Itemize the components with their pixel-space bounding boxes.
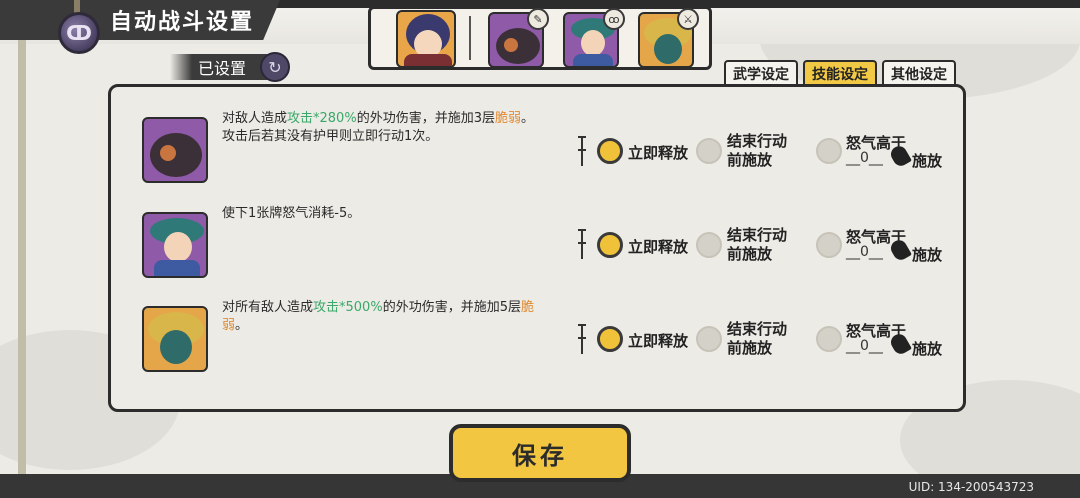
tab-other[interactable]: 其他设定 bbox=[882, 60, 956, 86]
desc-keyword: 脆 bbox=[520, 300, 534, 315]
leader-body bbox=[404, 54, 452, 66]
radio-rage[interactable] bbox=[816, 326, 842, 352]
scroll-rod bbox=[18, 40, 26, 480]
label-immediate: 立即释放 bbox=[628, 144, 689, 162]
radio-immediate[interactable] bbox=[597, 232, 623, 258]
label-line: 结束行动 bbox=[727, 320, 788, 338]
skill-desc-2: 使下1张牌怒气消耗-5。 bbox=[222, 205, 572, 223]
skill-desc-line: 攻击后若其没有护甲则立即行动1次。 bbox=[222, 129, 439, 144]
portrait-mask bbox=[654, 34, 682, 64]
portrait-eye bbox=[504, 38, 518, 52]
radio-end-turn[interactable] bbox=[696, 138, 722, 164]
radio-end-turn[interactable] bbox=[696, 326, 722, 352]
label-rage-suffix: 施放 bbox=[912, 152, 943, 170]
label-end-turn: 结束行动 前施放 bbox=[727, 132, 797, 170]
skill-desc-3: 对所有敌人造成攻击*500%的外功伤害，并施加5层脆 弱。 bbox=[222, 299, 572, 335]
leader-portrait[interactable] bbox=[396, 10, 456, 68]
team-divider bbox=[469, 16, 471, 60]
desc-text: 的外功伤害，并施加5层 bbox=[382, 300, 521, 315]
scroll-badge-icon: ✎ bbox=[527, 8, 549, 30]
label-line: 前施放 bbox=[727, 339, 773, 357]
tab-martial[interactable]: 武学设定 bbox=[724, 60, 798, 86]
portrait-face bbox=[581, 30, 605, 56]
skill-desc-line: 对敌人造成攻击*280%的外功伤害，并施加3层脆弱。 bbox=[222, 110, 572, 128]
page-title: 自动战斗设置 bbox=[110, 10, 255, 35]
creature-eye bbox=[160, 145, 176, 161]
save-button[interactable]: 保存 bbox=[449, 424, 631, 482]
desc-text: 。 bbox=[520, 111, 534, 126]
swirl-emblem-icon[interactable]: ↀ bbox=[58, 12, 100, 54]
desc-text: 对敌人造成 bbox=[222, 111, 288, 126]
robe bbox=[154, 260, 200, 276]
label-immediate: 立即释放 bbox=[628, 238, 689, 256]
radio-end-turn[interactable] bbox=[696, 232, 722, 258]
skill-desc-line: 使下1张牌怒气消耗-5。 bbox=[222, 206, 361, 221]
sword-badge-icon: ⚔ bbox=[677, 8, 699, 30]
radio-immediate[interactable] bbox=[597, 138, 623, 164]
desc-keyword: 弱 bbox=[222, 318, 236, 333]
radio-rage[interactable] bbox=[816, 232, 842, 258]
desc-keyword: 脆弱 bbox=[494, 111, 521, 126]
tab-skills[interactable]: 技能设定 bbox=[803, 60, 877, 86]
desc-text: 。 bbox=[235, 318, 249, 333]
radio-rage[interactable] bbox=[816, 138, 842, 164]
desc-highlight: 攻击*500% bbox=[313, 300, 383, 315]
label-line: 结束行动 bbox=[727, 226, 788, 244]
face bbox=[164, 232, 192, 262]
label-rage-suffix: 施放 bbox=[912, 246, 943, 264]
skill-desc-line: 弱。 bbox=[222, 317, 572, 335]
rage-value: 0 bbox=[860, 150, 869, 166]
skill-icon-2 bbox=[142, 212, 208, 278]
status-label: 已设置 bbox=[198, 59, 247, 78]
swirl-badge-icon: ꝏ bbox=[603, 8, 625, 30]
label-rage-suffix: 施放 bbox=[912, 340, 943, 358]
label-line: 前施放 bbox=[727, 245, 773, 263]
desc-text: 的外功伤害，并施加3层 bbox=[356, 111, 495, 126]
rage-value-field[interactable]: __0__ bbox=[846, 338, 883, 354]
refresh-swirl-icon[interactable]: ↻ bbox=[260, 52, 290, 82]
portrait-robe bbox=[573, 54, 613, 66]
label-line: 结束行动 bbox=[727, 132, 788, 150]
rage-value-field[interactable]: __0__ bbox=[846, 244, 883, 260]
label-end-turn: 结束行动 前施放 bbox=[727, 320, 797, 358]
skill-icon-3 bbox=[142, 306, 208, 372]
option-divider bbox=[578, 324, 586, 354]
uid-label: UID: 134-200543723 bbox=[908, 480, 1034, 494]
skill-desc-line: 对所有敌人造成攻击*500%的外功伤害，并施加5层脆 bbox=[222, 299, 572, 317]
label-line: 前施放 bbox=[727, 151, 773, 169]
portrait-creature bbox=[496, 28, 540, 64]
label-end-turn: 结束行动 前施放 bbox=[727, 226, 797, 264]
desc-highlight: 攻击*280% bbox=[287, 111, 357, 126]
option-divider bbox=[578, 229, 586, 259]
option-divider bbox=[578, 136, 586, 166]
rage-value: 0 bbox=[860, 244, 869, 260]
desc-text: 对所有敌人造成 bbox=[222, 300, 314, 315]
skill-icon-1 bbox=[142, 117, 208, 183]
rage-value-field[interactable]: __0__ bbox=[846, 150, 883, 166]
creature-body bbox=[150, 133, 202, 177]
rage-value: 0 bbox=[860, 338, 869, 354]
mask bbox=[160, 330, 192, 364]
skill-desc-1: 对敌人造成攻击*280%的外功伤害，并施加3层脆弱。 攻击后若其没有护甲则立即行… bbox=[222, 110, 572, 146]
radio-immediate[interactable] bbox=[597, 326, 623, 352]
label-immediate: 立即释放 bbox=[628, 332, 689, 350]
